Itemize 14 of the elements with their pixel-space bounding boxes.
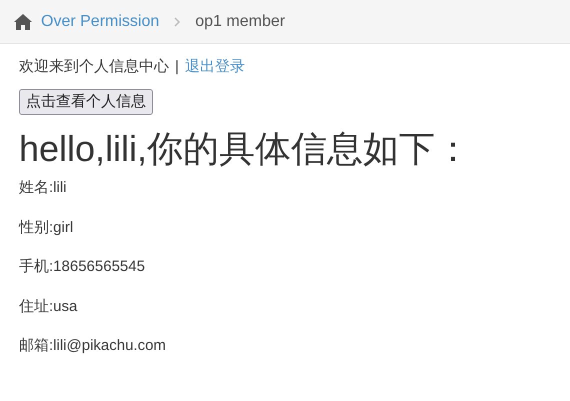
info-line: 姓名:lili: [19, 178, 68, 198]
info-line: 手机:18656565545: [19, 257, 146, 277]
info-line: 住址:usa: [19, 296, 78, 316]
heading: hello,lili,你的具体信息如下：: [19, 127, 472, 171]
info-line: 邮箱:lili@pikachu.com: [19, 336, 167, 356]
info-line: 性别:girl: [19, 218, 74, 238]
home-icon[interactable]: [13, 12, 33, 30]
separator: |: [175, 57, 179, 77]
breadcrumb-current: op1 member: [195, 12, 286, 32]
chevron-icon: [173, 16, 182, 26]
breadcrumb-link[interactable]: Over Permission: [41, 10, 160, 34]
view-info-button[interactable]: 点击查看个人信息: [19, 88, 153, 115]
logout-link[interactable]: 退出登录: [184, 56, 245, 78]
welcome-text: 欢迎来到个人信息中心: [19, 57, 169, 77]
